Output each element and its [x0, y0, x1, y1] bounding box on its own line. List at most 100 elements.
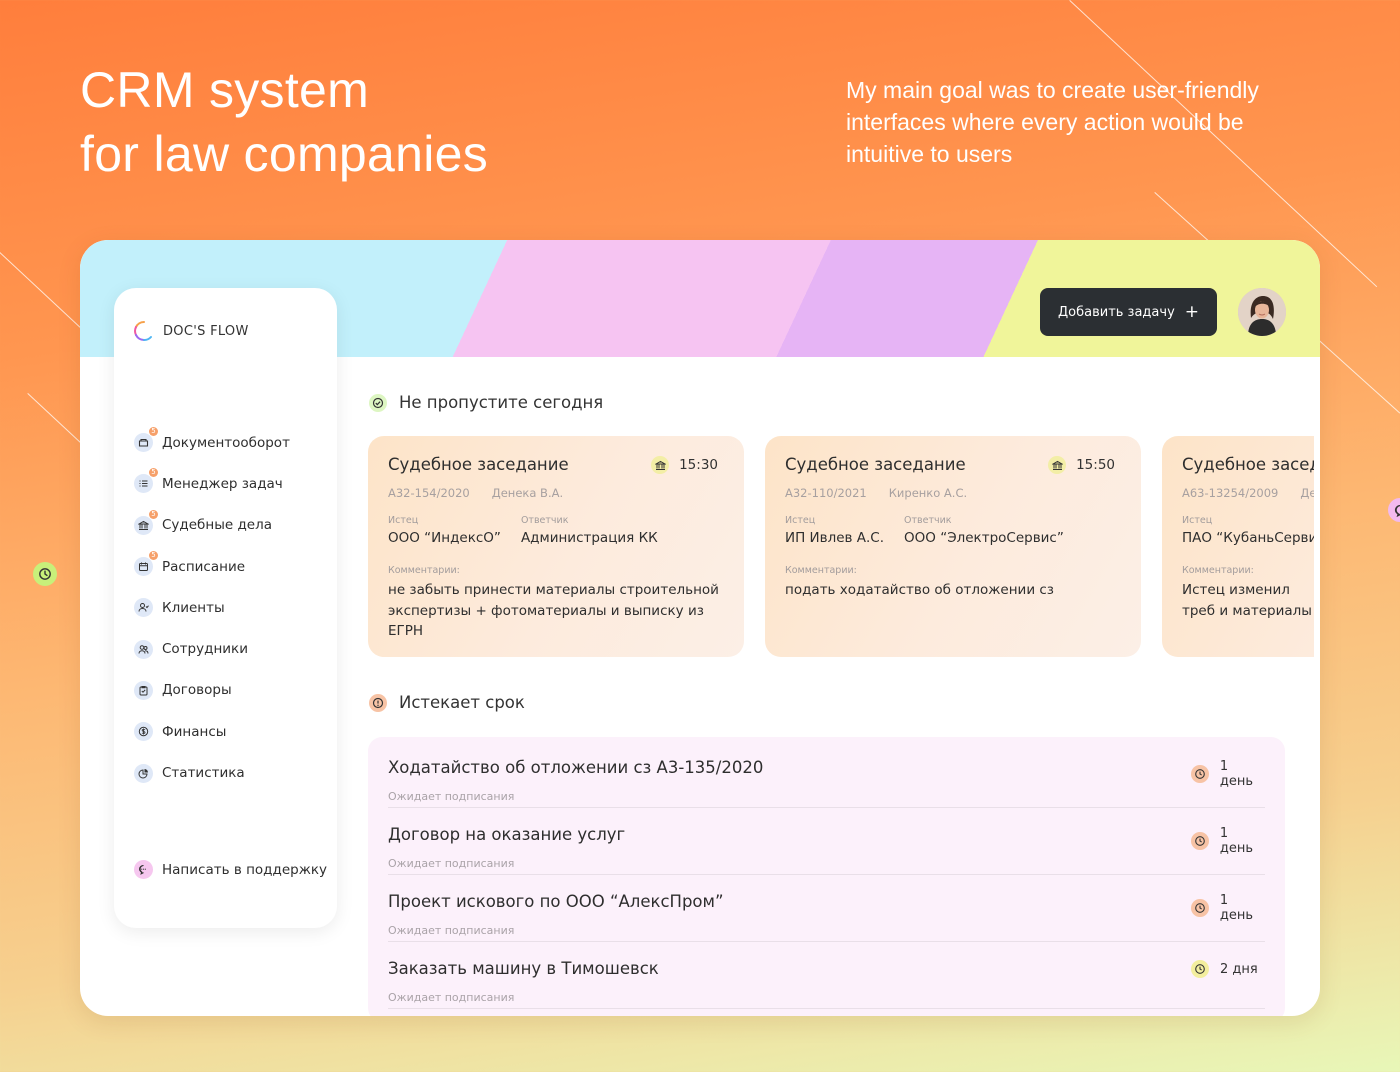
judge-name: Де: [1300, 486, 1314, 500]
brand-name: DOC'S FLOW: [163, 323, 249, 339]
clock-icon: [1191, 960, 1209, 978]
hero-subtitle: My main goal was to create user-friendly…: [846, 77, 1259, 167]
case-number: А63-13254/2009: [1182, 486, 1279, 500]
deadline-status: Ожидает подписания: [388, 857, 515, 870]
comment-text: не забыть принести материалы строительно…: [388, 582, 719, 639]
card-comment: Комментарии: подать ходатайство об отлож…: [785, 565, 1121, 601]
comment-text: Истец изменил треб и материалы: [1182, 582, 1312, 619]
plaintiff-value: ИП Ивлев А.С.: [785, 530, 885, 546]
card-title: Судебное заседание: [1182, 455, 1314, 474]
plaintiff: Истец ООО “ИндексО”: [388, 515, 501, 546]
user-avatar[interactable]: [1238, 288, 1286, 336]
sidebar-item-label: Финансы: [162, 723, 227, 740]
sidebar-item-contracts[interactable]: Договоры: [134, 670, 334, 711]
support-link[interactable]: Написать в поддержку: [134, 860, 327, 879]
card-comment: Комментарии: Истец изменил треб и матери…: [1182, 565, 1314, 621]
card-parties: Истец ИП Ивлев А.С. Ответчик ООО “Электр…: [785, 515, 1064, 546]
deadline-time: 2 дня: [1191, 960, 1265, 978]
users-icon: [134, 639, 153, 659]
sidebar-item-court-cases[interactable]: 5 Судебные дела: [134, 505, 334, 546]
deadline-time-value: 1 день: [1219, 826, 1253, 856]
deadline-time-value: 1 день: [1219, 893, 1253, 923]
card-time-value: 15:50: [1076, 457, 1115, 473]
support-label: Написать в поддержку: [162, 861, 328, 878]
sidebar-nav: 5 Документооборот 5 Менеджер задач 5 Суд…: [134, 422, 334, 794]
sidebar-item-label: Статистика: [162, 765, 245, 782]
defendant: Ответчик Администрация КК: [521, 515, 658, 546]
clock-icon: [1191, 832, 1209, 850]
deadline-item[interactable]: Проект искового по ООО “АлексПром” Ожида…: [388, 875, 1265, 942]
hearing-card[interactable]: Судебное заседание А63-13254/2009 Де Ист…: [1162, 436, 1314, 657]
brand[interactable]: DOC'S FLOW: [133, 320, 249, 342]
card-title: Судебное заседание: [388, 455, 569, 474]
deadline-time-value: 1 день: [1219, 759, 1253, 789]
case-number: А32-154/2020: [388, 486, 470, 500]
clipboard-icon: [134, 680, 153, 700]
sidebar-item-statistics[interactable]: Статистика: [134, 752, 334, 793]
add-task-label: Добавить задачу: [1057, 304, 1175, 320]
sidebar-item-label: Документооборот: [162, 434, 290, 451]
sidebar-item-tasks[interactable]: 5 Менеджер задач: [134, 463, 334, 504]
deadline-title: Договор на оказание услуг: [388, 825, 626, 844]
defendant: Ответчик ООО “ЭлектроСервис”: [904, 515, 1064, 546]
today-cards: Судебное заседание 15:30 А32-154/2020 Де…: [368, 436, 1314, 660]
deadline-status: Ожидает подписания: [388, 991, 515, 1004]
deadline-item[interactable]: Заказать машину в Тимошевск Ожидает подп…: [388, 942, 1265, 1009]
judge-name: Киренко А.С.: [888, 486, 968, 500]
comment-text: подать ходатайство об отложении сз: [785, 582, 1054, 598]
sidebar-item-employees[interactable]: Сотрудники: [134, 628, 334, 669]
plaintiff-value: ООО “ИндексО”: [388, 530, 501, 546]
sidebar-item-schedule[interactable]: 5 Расписание: [134, 546, 334, 587]
sidebar-item-documents[interactable]: 5 Документооборот: [134, 422, 334, 463]
deadline-item[interactable]: Договор на оказание услуг Ожидает подпис…: [388, 808, 1265, 875]
deadline-time: 1 день: [1191, 826, 1265, 856]
today-section-title: Не пропустите сегодня: [399, 393, 604, 412]
card-time: 15:50: [1048, 456, 1115, 474]
card-time-value: 15:30: [679, 457, 718, 473]
deadline-title: Проект искового по ООО “АлексПром”: [388, 892, 724, 911]
sidebar-item-label: Договоры: [162, 682, 232, 699]
sidebar-item-finance[interactable]: Финансы: [134, 711, 334, 752]
plaintiff: Истец ПАО “КубаньСервис: [1182, 515, 1314, 546]
deadline-item[interactable]: Ходатайство об отложении сз А3-135/2020 …: [388, 741, 1265, 808]
card-title: Судебное заседание: [785, 455, 966, 474]
app-window: Добавить задачу + DOC'S FLOW 5 Документо…: [80, 240, 1320, 1016]
deadline-section-header: Истекает срок: [369, 693, 525, 712]
comment-label: Комментарии:: [388, 565, 460, 576]
deadline-time: 1 день: [1191, 893, 1265, 923]
hearing-card[interactable]: Судебное заседание 15:50 А32-110/2021 Ки…: [765, 436, 1141, 657]
folder-icon: 5: [134, 427, 158, 453]
plaintiff-label: Истец: [1182, 515, 1213, 526]
courthouse-icon: [1048, 456, 1067, 474]
hearing-card[interactable]: Судебное заседание 15:30 А32-154/2020 Де…: [368, 436, 744, 657]
dollar-icon: [134, 722, 153, 742]
deadline-title: Заказать машину в Тимошевск: [388, 959, 659, 978]
clock-icon: [1191, 765, 1209, 783]
card-parties: Истец ООО “ИндексО” Ответчик Администрац…: [388, 515, 658, 546]
nav-badge: 5: [149, 468, 158, 478]
pie-chart-icon: [134, 763, 153, 783]
sidebar-item-label: Судебные дела: [162, 517, 273, 534]
plaintiff-label: Истец: [785, 515, 816, 526]
add-task-button[interactable]: Добавить задачу +: [1040, 288, 1217, 336]
card-meta: А32-154/2020 Денека В.А.: [388, 486, 563, 500]
sidebar-item-clients[interactable]: Клиенты: [134, 587, 334, 628]
chat-icon: [134, 860, 153, 879]
card-meta: А32-110/2021 Киренко А.С.: [785, 486, 967, 500]
card-parties: Истец ПАО “КубаньСервис: [1182, 515, 1314, 546]
judge-name: Денека В.А.: [491, 486, 564, 500]
comment-label: Комментарии:: [1182, 565, 1254, 576]
brand-logo-icon: [134, 321, 152, 341]
check-circle-icon: [369, 393, 387, 412]
user-icon: [134, 598, 153, 618]
clock-icon: [1191, 899, 1209, 917]
sidebar-item-label: Расписание: [162, 558, 246, 575]
chat-bubble-icon: [1388, 498, 1400, 522]
card-time: 15:30: [651, 456, 718, 474]
deadline-section-title: Истекает срок: [399, 693, 525, 712]
defendant-label: Ответчик: [520, 515, 569, 526]
deadline-status: Ожидает подписания: [388, 924, 515, 937]
calendar-icon: 5: [134, 551, 158, 577]
courthouse-icon: 5: [134, 509, 158, 535]
sidebar-item-label: Клиенты: [162, 599, 225, 616]
